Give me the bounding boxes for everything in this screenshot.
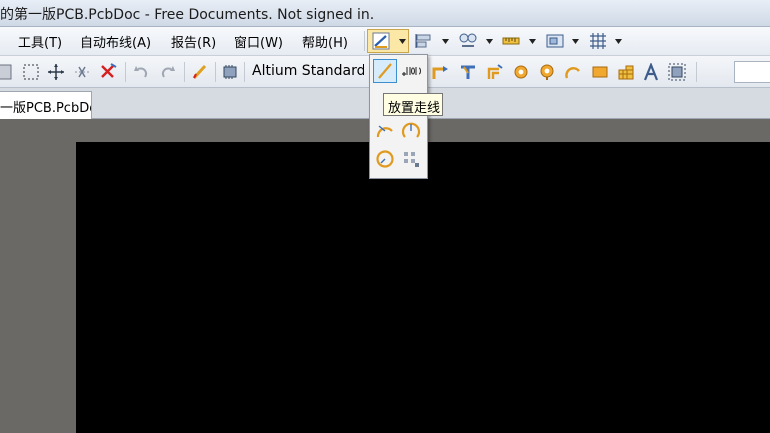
tooltip: 放置走线 (383, 93, 443, 116)
menu-autoroute[interactable]: 自动布线(A) (80, 32, 151, 51)
title-bar: 的第一版PCB.PcbDoc - Free Documents. Not sig… (0, 0, 770, 27)
place-trace-icon[interactable] (458, 62, 478, 82)
select-area-icon[interactable] (21, 62, 41, 82)
line-icon (378, 63, 392, 79)
wiring-tools-dropdown (369, 54, 428, 179)
component-library-icon[interactable] (220, 62, 240, 82)
place-string-icon[interactable] (641, 62, 661, 82)
font-combo[interactable]: Altium Standard 2 (248, 61, 364, 83)
menu-reports[interactable]: 报告(R) (171, 32, 216, 51)
place-array-button[interactable] (399, 147, 423, 171)
chevron-down-icon[interactable] (571, 37, 579, 45)
place-via-icon[interactable] (537, 62, 557, 82)
save-icon[interactable] (0, 62, 14, 82)
toolbar-input[interactable] (734, 61, 770, 83)
menu-tools[interactable]: 工具(T) (18, 32, 62, 51)
arc-any-icon (401, 122, 421, 138)
place-line-button[interactable] (373, 59, 397, 83)
grid-icon[interactable] (588, 31, 608, 51)
chevron-down-icon[interactable] (398, 37, 406, 45)
place-arc-edge-button[interactable] (373, 119, 397, 143)
toolbar-separator (125, 62, 126, 82)
chevron-down-icon[interactable] (614, 37, 622, 45)
arc-edge-icon (376, 125, 393, 138)
full-circle-icon (376, 150, 394, 168)
tab-document[interactable]: 一版PCB.PcbDoc (0, 91, 92, 119)
toolbar-separator (184, 62, 185, 82)
place-component-icon[interactable] (667, 62, 687, 82)
place-arc-center-icon[interactable] (431, 62, 451, 82)
find-select-icon[interactable] (458, 31, 478, 51)
place-fill-icon[interactable] (590, 62, 610, 82)
place-diff-pair-icon[interactable] (485, 62, 505, 82)
toolbar-separator (696, 62, 697, 82)
place-dimension-button[interactable] (399, 59, 423, 83)
pcb-canvas[interactable] (76, 142, 770, 433)
chevron-down-icon[interactable] (441, 37, 449, 45)
place-pad-icon[interactable] (511, 62, 531, 82)
deselect-icon[interactable] (98, 62, 118, 82)
array-icon (404, 152, 419, 167)
menu-help[interactable]: 帮助(H) (302, 32, 348, 51)
menu-window[interactable]: 窗口(W) (234, 32, 283, 51)
align-icon[interactable] (414, 31, 434, 51)
cross-probe-icon[interactable] (190, 62, 210, 82)
place-arc-edge-icon[interactable] (563, 62, 583, 82)
wiring-tools-icon (371, 31, 391, 51)
window-title: 的第一版PCB.PcbDoc - Free Documents. Not sig… (0, 7, 375, 23)
select-connection-icon[interactable] (72, 62, 92, 82)
toolbar-separator (244, 62, 245, 82)
redo-icon[interactable] (158, 62, 178, 82)
move-icon[interactable] (46, 62, 66, 82)
place-arc-any-button[interactable] (399, 119, 423, 143)
chevron-down-icon[interactable] (528, 37, 536, 45)
room-icon[interactable] (545, 31, 565, 51)
undo-icon[interactable] (131, 62, 151, 82)
toolbar-separator (215, 62, 216, 82)
toolbar-separator (364, 31, 365, 51)
chevron-down-icon[interactable] (485, 37, 493, 45)
place-polygon-icon[interactable] (616, 62, 636, 82)
place-full-circle-button[interactable] (373, 147, 397, 171)
measure-icon[interactable] (501, 31, 521, 51)
dimension-icon (402, 67, 421, 76)
